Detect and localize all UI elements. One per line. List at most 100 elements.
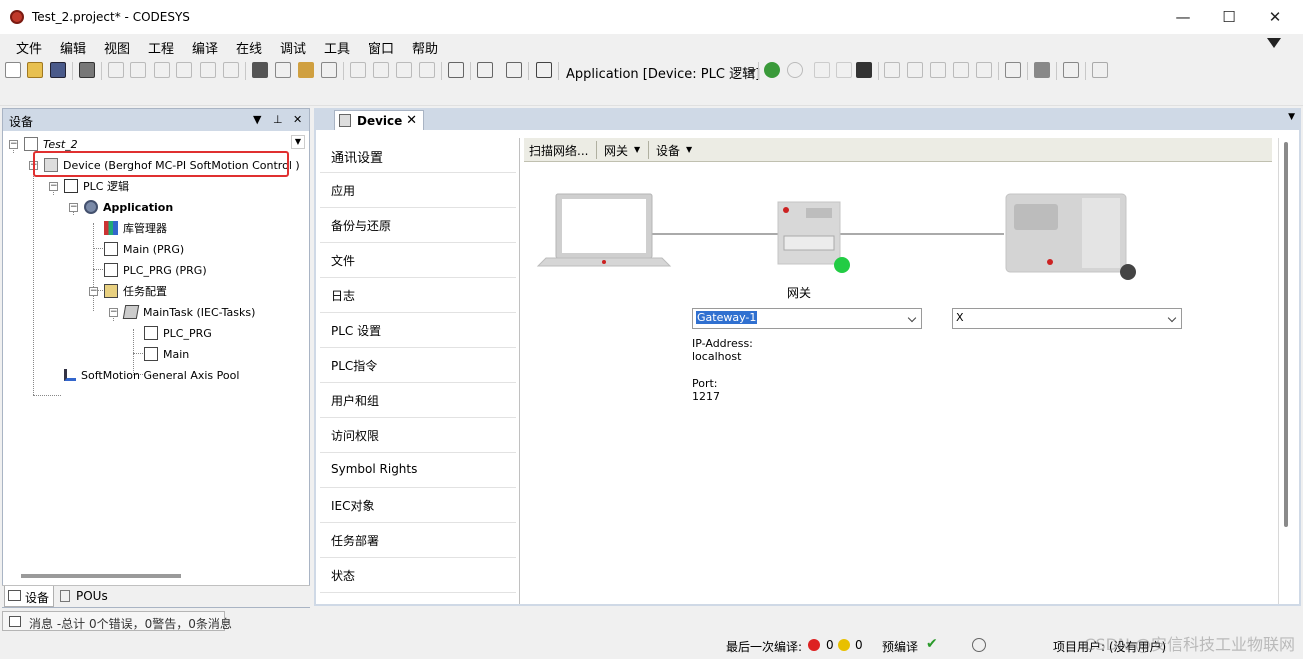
pin-icon[interactable]: ⊥: [273, 113, 283, 126]
menu-build[interactable]: 编译: [192, 38, 218, 57]
maximize-button[interactable]: ☐: [1206, 0, 1252, 34]
undo-icon[interactable]: [108, 62, 124, 78]
collapse-icon[interactable]: −: [9, 139, 18, 149]
side-item-files[interactable]: 文件: [320, 243, 516, 278]
menu-file[interactable]: 文件: [16, 38, 42, 57]
menu-project[interactable]: 工程: [148, 38, 174, 57]
collapse-icon[interactable]: −: [49, 181, 58, 191]
error-count[interactable]: 0: [826, 638, 834, 652]
tree-node-axis-pool[interactable]: SoftMotion General Axis Pool: [64, 365, 239, 385]
tab-list-icon[interactable]: ▼: [1288, 112, 1295, 122]
side-item-iec-objects[interactable]: IEC对象: [320, 488, 516, 523]
tree-node-main-task[interactable]: − MainTask (IEC-Tasks): [109, 302, 255, 322]
side-item-plc-settings[interactable]: PLC 设置: [320, 313, 516, 348]
bookmark-clear-icon[interactable]: [419, 62, 435, 78]
vertical-scrollbar[interactable]: [1278, 138, 1297, 604]
menu-view[interactable]: 视图: [104, 38, 130, 57]
close-panel-icon[interactable]: ✕: [293, 113, 302, 126]
step-out-icon[interactable]: [953, 62, 969, 78]
close-tab-icon[interactable]: ✕: [406, 113, 417, 128]
tree-node-library-manager[interactable]: 库管理器: [104, 218, 167, 238]
bookmark-prev-icon[interactable]: [373, 62, 389, 78]
start-icon[interactable]: [814, 62, 830, 78]
side-item-symbol-rights[interactable]: Symbol Rights: [320, 453, 516, 488]
tree-node-main[interactable]: Main (PRG): [104, 239, 184, 259]
side-item-applications[interactable]: 应用: [320, 173, 516, 208]
open-project-icon[interactable]: [27, 62, 43, 78]
replace-all-icon[interactable]: [321, 62, 337, 78]
redo-icon[interactable]: [130, 62, 146, 78]
chevron-down-icon[interactable]: [907, 313, 917, 323]
delete-icon[interactable]: [223, 62, 239, 78]
menu-debug[interactable]: 调试: [280, 38, 306, 57]
bookmark-icon[interactable]: [350, 62, 366, 78]
chevron-down-icon[interactable]: ▼: [686, 145, 692, 154]
breakpoint-icon[interactable]: [884, 62, 900, 78]
filter-icon[interactable]: [1267, 38, 1281, 48]
step-into-icon[interactable]: [930, 62, 946, 78]
chevron-down-icon[interactable]: [1167, 313, 1177, 323]
find-icon[interactable]: [252, 62, 268, 78]
menu-tools[interactable]: 工具: [324, 38, 350, 57]
windows-icon[interactable]: [448, 62, 464, 78]
scan-network-button[interactable]: 扫描网络...: [529, 142, 588, 159]
menu-edit[interactable]: 编辑: [60, 38, 86, 57]
print-icon[interactable]: [79, 62, 95, 78]
side-item-status[interactable]: 状态: [320, 558, 516, 593]
tree-node-application[interactable]: − Application: [69, 197, 173, 217]
export-icon[interactable]: [506, 62, 522, 78]
side-item-access-rights[interactable]: 访问权限: [320, 418, 516, 453]
scrollbar-thumb[interactable]: [1284, 142, 1288, 527]
bookmark-next-icon[interactable]: [396, 62, 412, 78]
tab-device[interactable]: Device ✕: [334, 110, 424, 130]
side-item-log[interactable]: 日志: [320, 278, 516, 313]
minimize-button[interactable]: —: [1160, 0, 1206, 34]
tree-node-task-main[interactable]: Main: [144, 344, 189, 364]
force-values-icon[interactable]: [1063, 62, 1079, 78]
collapse-icon[interactable]: −: [89, 286, 98, 296]
gateway-menu-button[interactable]: 网关: [604, 142, 628, 159]
device-menu-button[interactable]: 设备: [656, 142, 680, 159]
tree-dropdown-icon[interactable]: ▼: [291, 135, 305, 149]
menu-help[interactable]: 帮助: [412, 38, 438, 57]
write-values-icon[interactable]: [1034, 62, 1050, 78]
show-next-statement-icon[interactable]: [1005, 62, 1021, 78]
tab-devices[interactable]: 设备: [4, 586, 54, 607]
chevron-down-icon[interactable]: ▼: [634, 145, 640, 154]
check-icon[interactable]: [1092, 62, 1108, 78]
tree-node-task-config[interactable]: − 任务配置: [89, 281, 167, 301]
tree-node-task-plc-prg[interactable]: PLC_PRG: [144, 323, 212, 343]
logout-icon[interactable]: [787, 62, 803, 78]
step-over-icon[interactable]: [907, 62, 923, 78]
collapse-icon[interactable]: −: [69, 202, 78, 212]
copy-icon[interactable]: [176, 62, 192, 78]
side-item-communication[interactable]: 通讯设置: [320, 138, 516, 173]
messages-tab[interactable]: 消息 -总计 0个错误，0警告，0条消息: [2, 611, 232, 631]
paste-icon[interactable]: [200, 62, 216, 78]
side-item-plc-shell[interactable]: PLC指令: [320, 348, 516, 383]
chevron-down-icon[interactable]: [748, 69, 756, 74]
menu-online[interactable]: 在线: [236, 38, 262, 57]
find-next-icon[interactable]: [275, 62, 291, 78]
side-item-task-deployment[interactable]: 任务部署: [320, 523, 516, 558]
precompile-ok-icon[interactable]: ✔: [926, 636, 938, 652]
active-application-selector[interactable]: Application [Device: PLC 逻辑]: [566, 63, 760, 82]
gateway-combo[interactable]: Gateway-1: [692, 308, 922, 329]
tree-node-plc-prg[interactable]: PLC_PRG (PRG): [104, 260, 207, 280]
collapse-icon[interactable]: −: [109, 307, 118, 317]
close-window-button[interactable]: ✕: [1252, 0, 1298, 34]
replace-icon[interactable]: [298, 62, 314, 78]
tab-pous[interactable]: POUs: [56, 586, 112, 607]
side-item-users-groups[interactable]: 用户和组: [320, 383, 516, 418]
stop-icon[interactable]: [836, 62, 852, 78]
side-item-backup-restore[interactable]: 备份与还原: [320, 208, 516, 243]
warning-count[interactable]: 0: [855, 638, 863, 652]
insert-element-icon[interactable]: [477, 62, 493, 78]
user-management-icon[interactable]: [972, 638, 986, 652]
save-project-icon[interactable]: [50, 62, 66, 78]
build-icon[interactable]: [536, 62, 552, 78]
cut-icon[interactable]: [154, 62, 170, 78]
reset-icon[interactable]: [856, 62, 872, 78]
menu-window[interactable]: 窗口: [368, 38, 394, 57]
panel-options-icon[interactable]: ▼: [253, 113, 261, 126]
